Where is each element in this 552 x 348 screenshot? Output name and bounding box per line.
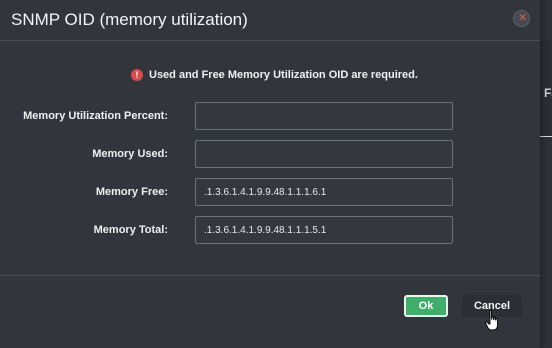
memory-utilization-percent-input[interactable] — [195, 102, 453, 130]
dialog-title: SNMP OID (memory utilization) — [11, 10, 248, 29]
memory-total-row: Memory Total: — [0, 216, 540, 246]
alert-message: Used and Free Memory Utilization OID are… — [149, 69, 418, 81]
ok-button[interactable]: Ok — [404, 295, 448, 317]
memory-total-input[interactable] — [195, 216, 453, 244]
close-button[interactable]: ✕ — [513, 10, 530, 27]
dialog-header: SNMP OID (memory utilization) ✕ — [0, 0, 540, 41]
memory-free-label: Memory Free: — [95, 186, 168, 198]
memory-free-input[interactable] — [195, 178, 453, 206]
memory-total-label: Memory Total: — [93, 224, 168, 236]
memory-used-input[interactable] — [195, 140, 453, 168]
background-partial-text: Fa — [544, 86, 552, 100]
snmp-oid-dialog: SNMP OID (memory utilization) ✕ ! Used a… — [0, 0, 540, 348]
close-icon: ✕ — [518, 12, 528, 24]
memory-utilization-percent-label: Memory Utilization Percent: — [23, 110, 168, 122]
memory-used-label: Memory Used: — [92, 148, 168, 160]
memory-free-row: Memory Free: — [0, 178, 540, 208]
validation-alert: ! Used and Free Memory Utilization OID a… — [131, 67, 418, 83]
error-icon: ! — [131, 69, 143, 81]
memory-utilization-percent-row: Memory Utilization Percent: — [0, 102, 540, 132]
footer-divider — [0, 275, 540, 276]
memory-used-row: Memory Used: — [0, 140, 540, 170]
hand-pointer-icon — [485, 310, 498, 331]
